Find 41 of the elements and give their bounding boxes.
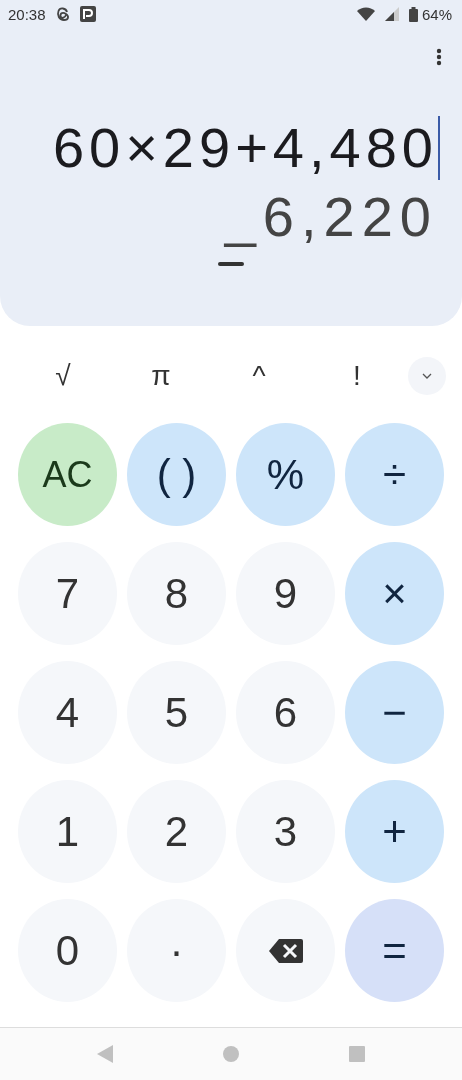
operator-key[interactable]: × <box>345 542 444 645</box>
digit-key[interactable]: 7 <box>18 542 117 645</box>
function-key[interactable]: √ <box>55 360 71 392</box>
expand-button[interactable] <box>408 357 446 395</box>
digit-key[interactable]: 4 <box>18 661 117 764</box>
back-icon[interactable] <box>97 1045 113 1063</box>
drag-handle[interactable] <box>218 262 244 266</box>
digit-key[interactable]: 8 <box>127 542 226 645</box>
signal-icon <box>384 7 399 21</box>
text-cursor <box>438 116 440 180</box>
function-key[interactable]: ^ <box>252 360 266 392</box>
battery-icon <box>408 6 418 22</box>
home-icon[interactable] <box>223 1046 239 1062</box>
operator-key[interactable]: + <box>345 780 444 883</box>
battery-percentage: 64% <box>421 5 452 23</box>
equals-button[interactable]: = <box>345 899 444 1002</box>
expression[interactable]: 60×29+4,480 <box>52 114 438 182</box>
chevron-down-icon <box>422 373 432 379</box>
digit-key[interactable]: 6 <box>236 661 335 764</box>
operator-key[interactable]: ÷ <box>345 423 444 526</box>
backspace-icon <box>268 938 303 963</box>
operator-key[interactable]: ( ) <box>127 423 226 526</box>
digit-key[interactable]: 5 <box>127 661 226 764</box>
more-options-icon[interactable] <box>436 48 442 66</box>
result-preview: _6,220 <box>224 186 438 248</box>
digit-key[interactable]: 0 <box>18 899 117 1002</box>
operator-key[interactable]: − <box>345 661 444 764</box>
digit-key[interactable]: 9 <box>236 542 335 645</box>
status-time: 20:38 <box>8 5 46 23</box>
digit-key[interactable]: · <box>127 899 226 1002</box>
digit-key[interactable]: 2 <box>127 780 226 883</box>
wifi-icon <box>356 7 375 21</box>
clear-button[interactable]: AC <box>18 423 117 526</box>
threads-app-icon <box>55 6 70 22</box>
digit-key[interactable]: 1 <box>18 780 117 883</box>
function-key[interactable]: ! <box>353 360 361 392</box>
digit-key[interactable]: 3 <box>236 780 335 883</box>
function-key[interactable]: π <box>151 360 171 392</box>
payment-app-icon <box>79 6 96 22</box>
operator-key[interactable]: % <box>236 423 335 526</box>
recents-icon[interactable] <box>349 1046 365 1062</box>
